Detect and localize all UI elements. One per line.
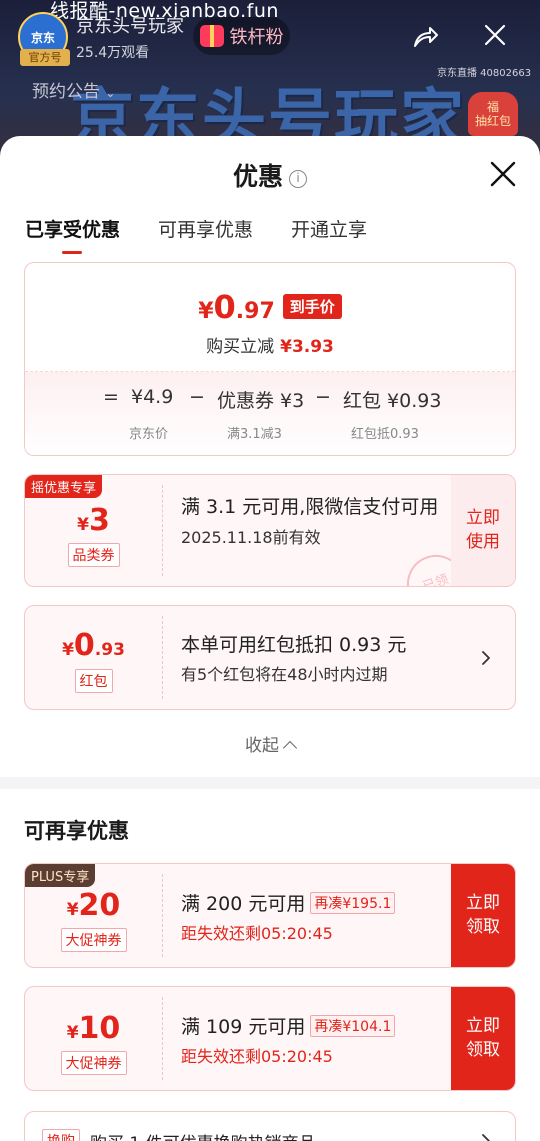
discount-sheet: 优惠 i 已享受优惠 可再享优惠 开通立享 ¥ 0 .97 到手价 购买立减 ¥3.… — [0, 136, 540, 1141]
redpacket-amount-decimal: .93 — [94, 640, 125, 660]
final-price-integer: 0 — [213, 288, 236, 326]
redpacket-expiry-note: 有5个红包将在48小时内过期 — [181, 665, 388, 684]
tab-open[interactable]: 开通立享 — [291, 215, 367, 242]
close-icon[interactable] — [482, 22, 508, 48]
final-price-badge: 到手价 — [282, 294, 342, 319]
redpacket-card[interactable]: ¥0.93 红包 本单可用红包抵扣 0.93 元 有5个红包将在48小时内过期 — [24, 605, 516, 710]
swap-tag: 换购 — [42, 1129, 80, 1141]
coupon-countdown: 距失效还剩05:20:45 — [181, 924, 333, 943]
instant-discount-value: ¥3.93 — [280, 337, 334, 357]
red-bag-button[interactable]: 福 抽红包 — [468, 92, 518, 136]
coupon-amount: ¥3 — [25, 503, 162, 538]
swap-offer-text: 购买 1 件可优惠换购热销商品 — [90, 1129, 316, 1141]
formula-base-price: ¥4.9 — [131, 386, 174, 408]
redpacket-condition: 本单可用红包抵扣 0.93 元 — [181, 634, 407, 656]
final-price-decimal: .97 — [235, 299, 275, 324]
collapse-button[interactable]: 收起 — [24, 731, 516, 767]
streamer-info[interactable]: 京东 官方号 京东头号玩家 25.4万观看 — [18, 12, 184, 66]
final-price-yen: ¥ — [198, 299, 214, 324]
coupon-yen: ¥ — [66, 900, 79, 920]
coupon-amount-value: 10 — [78, 1011, 121, 1046]
price-formula: = ¥4.9 − 优惠券 ¥3 − 红包 ¥0.93 京东价 满3.1减3 红包… — [25, 371, 515, 455]
use-now-button[interactable]: 立即 使用 — [451, 475, 515, 586]
redpacket-amount: ¥0.93 — [25, 628, 162, 663]
coupon-amount: ¥20 — [25, 888, 162, 923]
announcement-label: 预约公告 — [32, 82, 100, 102]
info-icon[interactable]: i — [289, 170, 307, 188]
instant-discount: 购买立减 ¥3.93 — [25, 332, 515, 357]
coupon-condition: 满 200 元可用 — [181, 893, 306, 915]
sheet-title-row: 优惠 i — [0, 157, 540, 193]
gift-icon — [199, 25, 224, 47]
claim-now-button[interactable]: 立即 领取 — [451, 864, 515, 967]
discount-tabs: 已享受优惠 可再享优惠 开通立享 — [0, 210, 540, 260]
coupon-card: ¥3 品类券 摇优惠专享 满 3.1 元可用,限微信支付可用 2025.11.1… — [24, 474, 516, 587]
coupon-card: ¥20 大促神券 PLUS专享 满 200 元可用 再凑¥195.1 距失效还剩0… — [24, 863, 516, 968]
close-icon[interactable] — [489, 160, 517, 188]
formula-base-label: 京东价 — [129, 427, 169, 442]
fan-button-label: 铁杆粉 — [229, 27, 284, 48]
coupon-condition-row: 满 109 元可用 再凑¥104.1 — [181, 1012, 445, 1039]
coupon-amount: ¥10 — [25, 1011, 162, 1046]
instant-discount-label: 购买立减 — [206, 337, 275, 357]
view-count: 25.4万观看 — [76, 45, 150, 61]
redpacket-type: 红包 — [74, 669, 113, 693]
coupon-type: 品类券 — [67, 543, 120, 567]
active-tab-indicator — [62, 251, 82, 254]
formula-minus: − — [315, 386, 331, 408]
exclusive-tag: 摇优惠专享 — [25, 475, 103, 498]
chevron-up-icon — [282, 740, 298, 756]
section-title: 可再享优惠 — [24, 819, 129, 843]
chevron-right-icon — [482, 650, 490, 665]
final-price: ¥ 0 .97 到手价 — [25, 263, 515, 326]
formula-equals: = — [103, 386, 119, 408]
plus-exclusive-tag: PLUS专享 — [25, 864, 96, 887]
coupon-condition: 满 109 元可用 — [181, 1016, 306, 1038]
chevron-down-icon: ⌄ — [105, 86, 116, 100]
redpacket-amount-integer: 0 — [73, 628, 95, 663]
tab-enjoyed[interactable]: 已享受优惠 — [25, 215, 120, 242]
streamer-name: 京东头号玩家 — [76, 16, 184, 37]
avatar-text: 京东 — [30, 30, 55, 45]
top-up-hint: 再凑¥104.1 — [310, 1015, 396, 1037]
top-up-hint: 再凑¥195.1 — [310, 892, 396, 914]
swap-offer-card[interactable]: 换购 购买 1 件可优惠换购热销商品 — [24, 1111, 516, 1141]
share-icon[interactable] — [410, 22, 440, 52]
coupon-condition-row: 满 200 元可用 再凑¥195.1 — [181, 889, 445, 916]
formula-redpacket: 红包 ¥0.93 — [343, 390, 442, 412]
coupon-type: 大促神券 — [60, 1051, 127, 1075]
chevron-right-icon — [482, 1134, 490, 1141]
section-divider — [0, 777, 540, 789]
coupon-countdown: 距失效还剩05:20:45 — [181, 1047, 333, 1066]
formula-coupon: 优惠券 ¥3 — [217, 390, 305, 412]
coupon-yen: ¥ — [66, 1023, 79, 1043]
claim-now-button[interactable]: 立即 领取 — [451, 987, 515, 1090]
coupon-type: 大促神券 — [60, 928, 127, 952]
coupon-amount-value: 3 — [88, 503, 110, 538]
redpacket-yen: ¥ — [62, 640, 74, 660]
avatar[interactable]: 京东 官方号 — [18, 12, 70, 66]
tab-more[interactable]: 可再享优惠 — [158, 215, 253, 242]
coupon-condition: 满 3.1 元可用,限微信支付可用 — [181, 496, 439, 518]
formula-redpacket-label: 红包抵0.93 — [351, 427, 419, 442]
page-title: 优惠 — [232, 162, 283, 191]
formula-coupon-label: 满3.1减3 — [227, 427, 282, 442]
coupon-card: ¥10 大促神券 满 109 元可用 再凑¥104.1 距失效还剩05:20:45… — [24, 986, 516, 1091]
collapse-label: 收起 — [245, 736, 279, 756]
coupon-amount-value: 20 — [78, 888, 121, 923]
formula-minus: − — [189, 386, 205, 408]
room-id: 京东直播 40802663 — [437, 68, 532, 79]
official-tag: 官方号 — [20, 49, 70, 66]
fan-button[interactable]: 铁杆粉 — [193, 17, 290, 55]
coupon-yen: ¥ — [77, 515, 89, 535]
price-summary-card: ¥ 0 .97 到手价 购买立减 ¥3.93 = ¥4.9 − 优惠券 ¥3 − … — [24, 262, 516, 456]
announcement-link[interactable]: 预约公告 ⌄ — [32, 77, 115, 102]
coupon-expiry: 2025.11.18前有效 — [181, 528, 321, 547]
